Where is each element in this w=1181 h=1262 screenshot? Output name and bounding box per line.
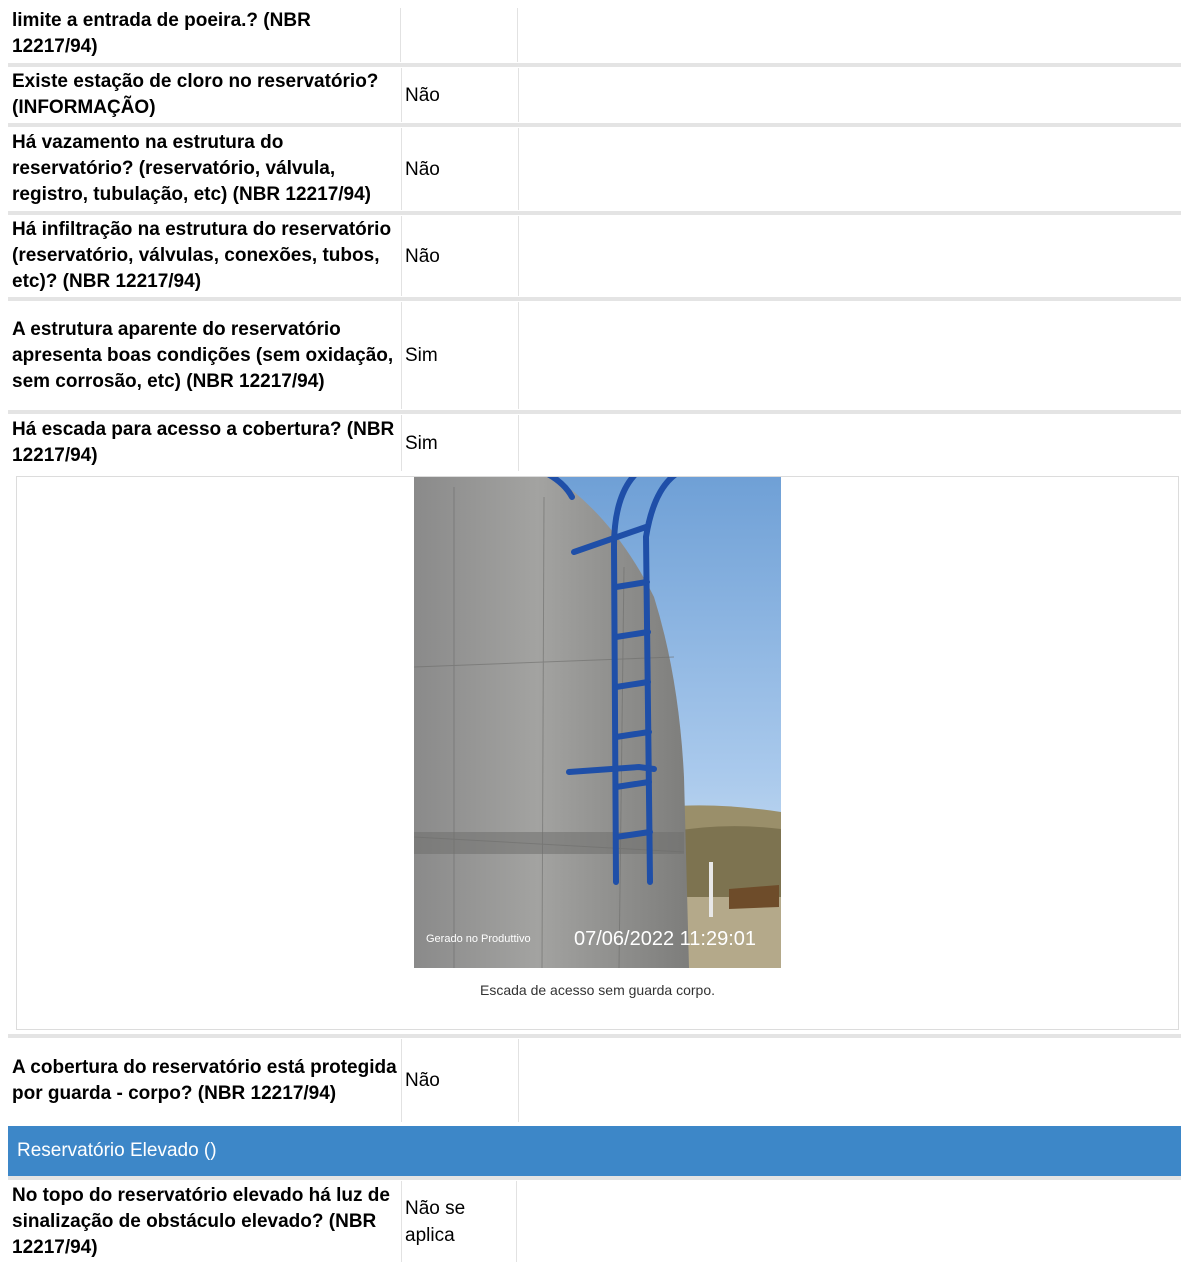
photo-timestamp: 07/06/2022 11:29:01	[574, 928, 756, 950]
row-divider	[8, 123, 1181, 127]
comment-cell	[518, 302, 1181, 409]
comment-cell	[518, 415, 1181, 471]
row-divider	[8, 1034, 1181, 1038]
table-row: Existe estação de cloro no reservatório?…	[8, 68, 1181, 122]
photo-caption: Escada de acesso sem guarda corpo.	[479, 982, 716, 998]
question-cell: Existe estação de cloro no reservatório?…	[12, 71, 379, 118]
answer-cell: Sim	[401, 302, 518, 409]
comment-cell	[518, 128, 1181, 210]
question-cell: Há escada para acesso a cobertura? (NBR …	[12, 419, 395, 466]
row-divider	[8, 63, 1181, 67]
answer-cell: Não	[401, 1039, 518, 1122]
comment-cell	[518, 68, 1181, 122]
answer-cell: Não	[401, 68, 518, 122]
answer-cell: Não	[401, 128, 518, 210]
question-cell: A estrutura aparente do reservatório apr…	[12, 318, 394, 392]
answer-cell	[400, 8, 517, 62]
answer-cell: Sim	[401, 415, 518, 471]
row-divider	[8, 211, 1181, 215]
answer-cell: Não se aplica	[401, 1181, 516, 1262]
comment-cell	[518, 216, 1181, 296]
question-cell: Há infiltração na estrutura do reservató…	[12, 219, 392, 292]
photo-watermark: Gerado no Produttivo	[426, 933, 531, 945]
inspection-report-page: limite a entrada de poeira.? (NBR 12217/…	[0, 0, 1181, 1262]
row-divider	[8, 410, 1181, 414]
reservoir-ladder-photo: Gerado no Produttivo 07/06/2022 11:29:01	[414, 477, 781, 968]
table-row: Há infiltração na estrutura do reservató…	[8, 216, 1181, 296]
question-cell: limite a entrada de poeira.? (NBR 12217/…	[12, 10, 311, 57]
section-header: Reservatório Elevado ()	[8, 1126, 1181, 1176]
table-row: limite a entrada de poeira.? (NBR 12217/…	[8, 8, 1181, 62]
comment-cell	[516, 1181, 1181, 1262]
question-cell: Há vazamento na estrutura do reservatóri…	[12, 132, 371, 205]
table-row: A cobertura do reservatório está protegi…	[8, 1039, 1181, 1122]
answer-cell: Não	[401, 216, 518, 296]
row-divider	[8, 1176, 1181, 1180]
table-row: Há escada para acesso a cobertura? (NBR …	[8, 415, 1181, 471]
table-row: A estrutura aparente do reservatório apr…	[8, 302, 1181, 409]
table-row: Há vazamento na estrutura do reservatóri…	[8, 128, 1181, 210]
comment-cell	[518, 1039, 1181, 1122]
row-divider	[8, 297, 1181, 301]
table-row: No topo do reservatório elevado há luz d…	[8, 1181, 1181, 1262]
question-cell: A cobertura do reservatório está protegi…	[12, 1056, 397, 1104]
comment-cell	[517, 8, 1181, 62]
question-cell: No topo do reservatório elevado há luz d…	[12, 1184, 390, 1258]
